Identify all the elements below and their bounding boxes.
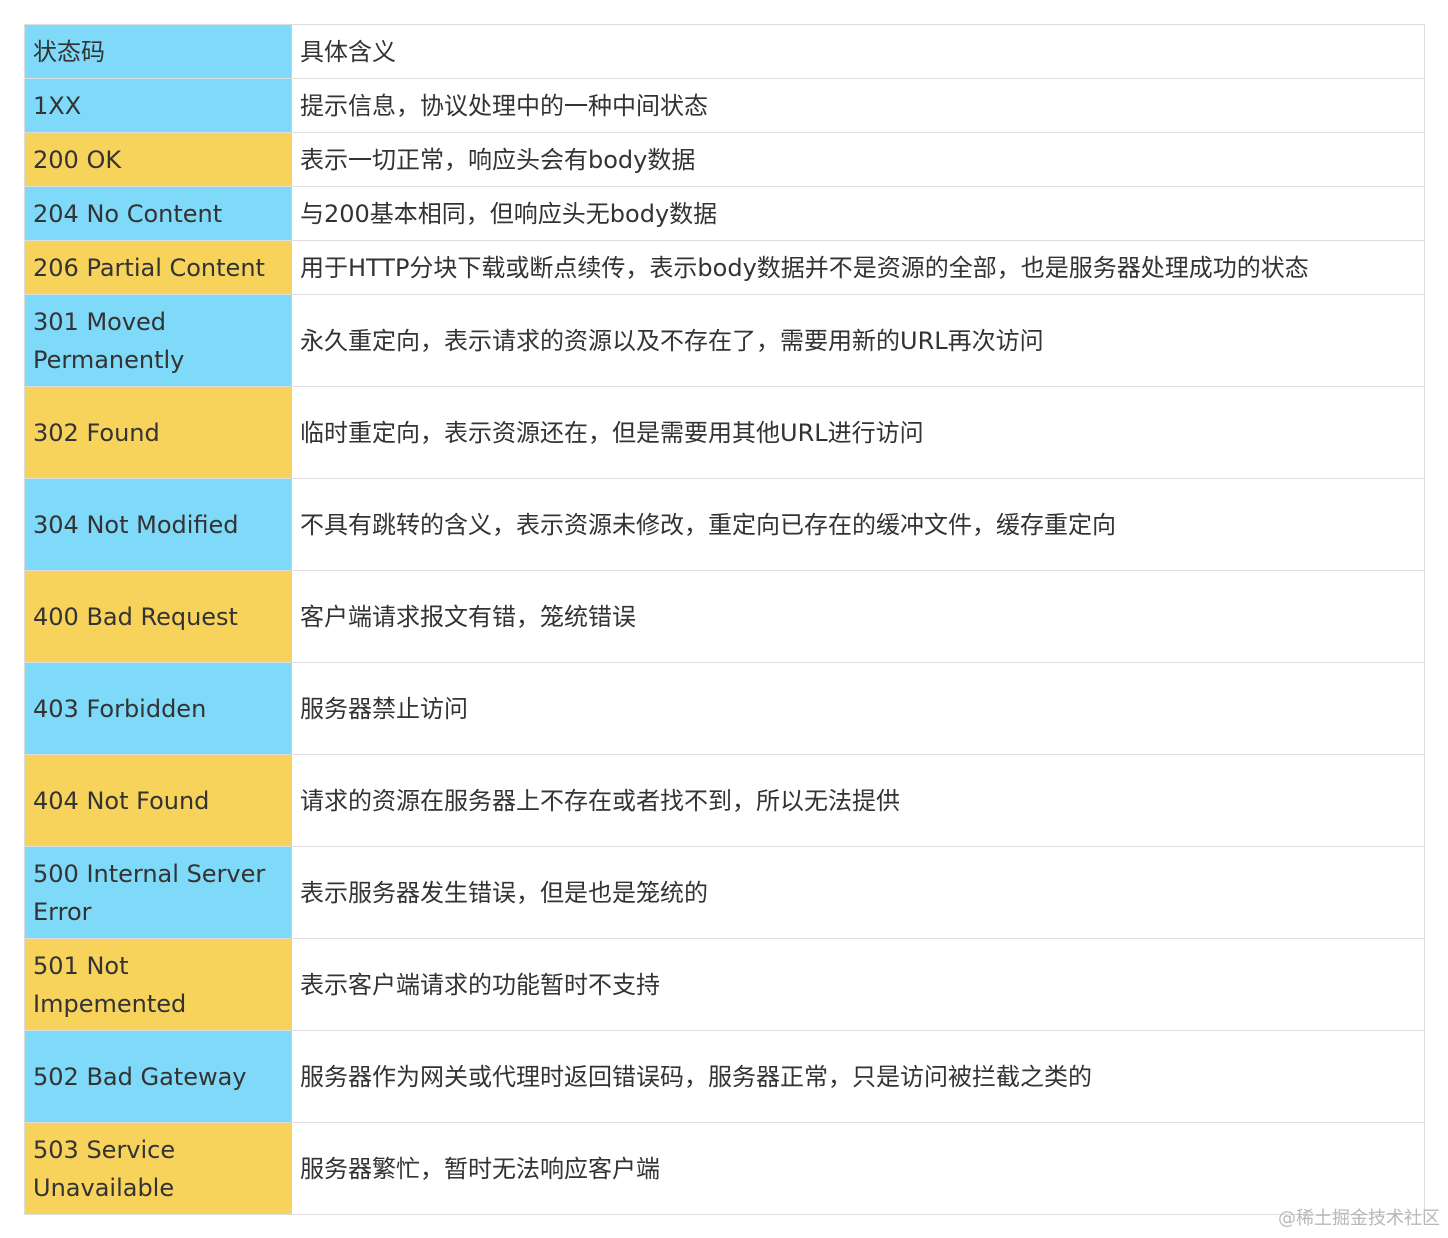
table-row: 302 Found 临时重定向，表示资源还在，但是需要用其他URL进行访问 xyxy=(24,386,1425,479)
meaning-cell: 与200基本相同，但响应头无body数据 xyxy=(291,186,1425,241)
table-header-row: 状态码 具体含义 xyxy=(24,24,1425,79)
table-row: 403 Forbidden 服务器禁止访问 xyxy=(24,662,1425,755)
status-code-cell: 206 Partial Content xyxy=(24,240,292,295)
meaning-cell: 服务器繁忙，暂时无法响应客户端 xyxy=(291,1122,1425,1215)
status-code-cell: 204 No Content xyxy=(24,186,292,241)
meaning-cell: 表示服务器发生错误，但是也是笼统的 xyxy=(291,846,1425,939)
meaning-cell: 用于HTTP分块下载或断点续传，表示body数据并不是资源的全部，也是服务器处理… xyxy=(291,240,1425,295)
header-code: 状态码 xyxy=(24,24,292,79)
status-code-cell: 503 Service Unavailable xyxy=(24,1122,292,1215)
table-row: 503 Service Unavailable 服务器繁忙，暂时无法响应客户端 xyxy=(24,1122,1425,1215)
meaning-cell: 永久重定向，表示请求的资源以及不存在了，需要用新的URL再次访问 xyxy=(291,294,1425,387)
status-code-table: 状态码 具体含义 1XX 提示信息，协议处理中的一种中间状态 200 OK 表示… xyxy=(24,24,1425,1215)
table-row: 500 Internal Server Error 表示服务器发生错误，但是也是… xyxy=(24,846,1425,939)
table-row: 304 Not Modified 不具有跳转的含义，表示资源未修改，重定向已存在… xyxy=(24,478,1425,571)
status-code-cell: 502 Bad Gateway xyxy=(24,1030,292,1123)
table-row: 204 No Content 与200基本相同，但响应头无body数据 xyxy=(24,186,1425,241)
status-code-cell: 400 Bad Request xyxy=(24,570,292,663)
meaning-cell: 请求的资源在服务器上不存在或者找不到，所以无法提供 xyxy=(291,754,1425,847)
meaning-cell: 客户端请求报文有错，笼统错误 xyxy=(291,570,1425,663)
status-code-cell: 301 Moved Permanently xyxy=(24,294,292,387)
table-row: 206 Partial Content 用于HTTP分块下载或断点续传，表示bo… xyxy=(24,240,1425,295)
status-code-table-container: 状态码 具体含义 1XX 提示信息，协议处理中的一种中间状态 200 OK 表示… xyxy=(24,24,1425,1215)
meaning-cell: 服务器禁止访问 xyxy=(291,662,1425,755)
table-row: 400 Bad Request 客户端请求报文有错，笼统错误 xyxy=(24,570,1425,663)
meaning-cell: 表示客户端请求的功能暂时不支持 xyxy=(291,938,1425,1031)
header-meaning: 具体含义 xyxy=(291,24,1425,79)
table-row: 404 Not Found 请求的资源在服务器上不存在或者找不到，所以无法提供 xyxy=(24,754,1425,847)
meaning-cell: 表示一切正常，响应头会有body数据 xyxy=(291,132,1425,187)
status-code-cell: 501 Not Impemented xyxy=(24,938,292,1031)
status-code-cell: 404 Not Found xyxy=(24,754,292,847)
status-code-cell: 1XX xyxy=(24,78,292,133)
meaning-cell: 临时重定向，表示资源还在，但是需要用其他URL进行访问 xyxy=(291,386,1425,479)
meaning-cell: 服务器作为网关或代理时返回错误码，服务器正常，只是访问被拦截之类的 xyxy=(291,1030,1425,1123)
status-code-cell: 302 Found xyxy=(24,386,292,479)
status-code-cell: 500 Internal Server Error xyxy=(24,846,292,939)
status-code-cell: 200 OK xyxy=(24,132,292,187)
table-row: 501 Not Impemented 表示客户端请求的功能暂时不支持 xyxy=(24,938,1425,1031)
table-row: 1XX 提示信息，协议处理中的一种中间状态 xyxy=(24,78,1425,133)
watermark: @稀土掘金技术社区 xyxy=(1278,1208,1440,1229)
table-row: 301 Moved Permanently 永久重定向，表示请求的资源以及不存在… xyxy=(24,294,1425,387)
status-code-cell: 304 Not Modified xyxy=(24,478,292,571)
table-row: 502 Bad Gateway 服务器作为网关或代理时返回错误码，服务器正常，只… xyxy=(24,1030,1425,1123)
status-code-cell: 403 Forbidden xyxy=(24,662,292,755)
table-row: 200 OK 表示一切正常，响应头会有body数据 xyxy=(24,132,1425,187)
meaning-cell: 不具有跳转的含义，表示资源未修改，重定向已存在的缓冲文件，缓存重定向 xyxy=(291,478,1425,571)
meaning-cell: 提示信息，协议处理中的一种中间状态 xyxy=(291,78,1425,133)
